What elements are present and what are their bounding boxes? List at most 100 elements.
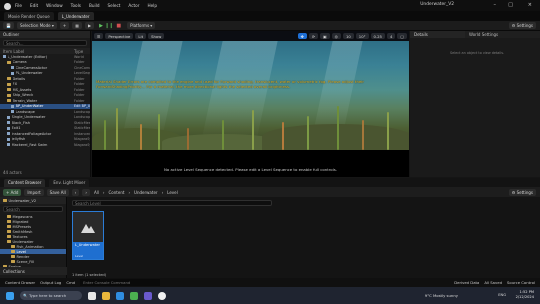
tab-l-underwater[interactable]: L_Underwater [57, 12, 94, 20]
windows-start-icon[interactable] [6, 291, 14, 300]
asset-tile-l-underwater[interactable]: L_Underwater Level [72, 211, 104, 260]
menu-item-window[interactable]: Window [46, 3, 63, 8]
camera-speed-button[interactable]: 4 [386, 33, 396, 39]
show-button[interactable]: Show [148, 33, 165, 39]
task-view-icon[interactable] [88, 291, 96, 300]
menu-item-build[interactable]: Build [89, 3, 100, 8]
outliner-row-type: Folder [74, 87, 85, 92]
content-drawer-button[interactable]: Content Drawer [5, 280, 35, 285]
save-all-button[interactable]: Save All [46, 188, 69, 196]
selection-mode-dropdown[interactable]: Selection Mode ▾ [16, 22, 57, 29]
outliner-row[interactable]: Terrain_Water Folder [0, 98, 90, 104]
menu-item-file[interactable]: File [15, 3, 22, 8]
unreal-engine-taskbar-icon[interactable] [158, 291, 166, 300]
collections-header[interactable]: Collections [0, 267, 67, 275]
tree-root[interactable]: Underwater_V2 [0, 197, 66, 204]
cinematics-button[interactable]: ▶ [85, 22, 95, 29]
breadcrumb-item[interactable]: Level [167, 190, 178, 195]
outliner-row[interactable]: Details Folder [0, 76, 90, 82]
source-control-button[interactable]: Source Control [507, 280, 535, 285]
col-item-label[interactable]: Item Label [3, 49, 74, 54]
add-actor-button[interactable]: + [59, 22, 70, 29]
menu-item-help[interactable]: Help [147, 3, 157, 8]
editor-settings-button[interactable]: ⚙ Settings [508, 22, 536, 29]
stop-icon[interactable]: ■ [116, 23, 121, 29]
language-indicator[interactable]: ENG [498, 293, 506, 297]
tab-content-browser[interactable]: Content Browser [4, 178, 46, 187]
outliner-row-label: InstancedFoliageActor [11, 131, 52, 136]
select-tool-icon[interactable]: ✥ [297, 33, 307, 39]
history-forward-icon[interactable]: › [82, 188, 90, 196]
all-saved-status[interactable]: All Saved [484, 280, 502, 285]
tab-movie-render-queue[interactable]: Movie Render Queue [4, 12, 54, 20]
derived-data-button[interactable]: Derived Data [454, 280, 479, 285]
tab-world-settings[interactable]: World Settings [465, 31, 540, 38]
col-type[interactable]: Type [74, 49, 90, 54]
tab-details[interactable]: Details [410, 31, 465, 38]
outliner-row[interactable]: Exit1 StaticMesh [0, 126, 90, 132]
level-viewport[interactable]: ☰ Perspective Lit Show ✥ ⟳ ▣ ◎ 10 10° 0.… [92, 31, 409, 177]
scale-tool-icon[interactable]: ▣ [320, 33, 330, 39]
outliner-row[interactable]: MS_Assets Folder [0, 87, 90, 93]
outliner-row[interactable]: Black_Fish StaticMesh [0, 120, 90, 126]
outliner-row[interactable]: Jellyfish NiagaraSy [0, 137, 90, 143]
outliner-row[interactable]: Mackerel_Fast Swim NiagaraSy [0, 142, 90, 148]
outliner-row[interactable]: Camera Folder [0, 60, 90, 66]
perspective-button[interactable]: Perspective [105, 33, 134, 39]
breadcrumb-item[interactable]: All [94, 190, 99, 195]
world-settings-tab-label: World Settings [469, 32, 499, 37]
menu-item-select[interactable]: Select [107, 3, 120, 8]
save-icon[interactable]: 💾 [3, 22, 14, 29]
outliner-row-label: Ship_Wreck [12, 93, 34, 98]
outliner-row[interactable]: Ship_Wreck Folder [0, 93, 90, 99]
outliner-search-input[interactable]: Search... [3, 40, 87, 46]
minimize-icon[interactable]: – [494, 2, 497, 8]
close-icon[interactable]: × [528, 2, 532, 8]
outliner-row-label: PL_Underwater [15, 71, 43, 76]
folder-search-input[interactable]: Search [3, 206, 63, 212]
outliner-row[interactable]: FX Folder [0, 82, 90, 88]
menu-item-edit[interactable]: Edit [30, 3, 38, 8]
outliner-row-type: Folder [74, 76, 85, 81]
outliner-row[interactable]: Single_Underwater Landscape [0, 115, 90, 121]
cmd-dropdown[interactable]: Cmd [66, 280, 75, 285]
viewport-menu-button[interactable]: ☰ [94, 33, 104, 39]
menu-item-tools[interactable]: Tools [71, 3, 81, 8]
rotate-tool-icon[interactable]: ⟳ [308, 33, 319, 39]
play-icon[interactable]: ▶ [99, 23, 103, 29]
taskbar-search-input[interactable]: 🔍 Type here to search [20, 291, 82, 300]
outliner-row[interactable]: L_Underwater (Editor) World [0, 54, 90, 60]
weather-widget[interactable]: 9°C Mostly sunny [425, 293, 458, 298]
console-command-input[interactable]: Enter Console Command [80, 279, 161, 286]
maximize-icon[interactable]: □ [508, 2, 513, 8]
chrome-browser-icon[interactable] [130, 291, 138, 300]
edge-browser-icon[interactable] [116, 291, 124, 300]
tab-env-light-mixer[interactable]: Env. Light Mixer [49, 178, 90, 187]
grid-snap-button[interactable]: 10 [342, 33, 354, 39]
play-options-icon[interactable]: ❙❙ [105, 23, 113, 29]
import-button[interactable]: Import [24, 188, 44, 196]
seaweed [187, 128, 189, 150]
menu-item-actor[interactable]: Actor [128, 3, 139, 8]
app-icon[interactable] [144, 291, 152, 300]
outliner-row-label: Jellyfish [11, 137, 26, 142]
breadcrumb-item[interactable]: Underwater [134, 190, 158, 195]
outliner-row-type: Folder [74, 60, 85, 65]
surface-snap-icon[interactable]: ◎ [331, 33, 341, 39]
history-back-icon[interactable]: ‹ [71, 188, 80, 196]
output-log-button[interactable]: Output Log [40, 280, 61, 285]
lit-button[interactable]: Lit [135, 33, 147, 39]
file-explorer-icon[interactable] [102, 291, 110, 300]
scale-snap-button[interactable]: 0.25 [370, 33, 385, 39]
rotation-snap-button[interactable]: 10° [355, 33, 369, 39]
blueprint-button[interactable]: ▦ [72, 22, 83, 29]
asset-search-input[interactable]: Search Level [72, 200, 272, 206]
breadcrumb-item[interactable]: Content [109, 190, 125, 195]
outliner-row[interactable]: InstancedFoliageActor InstancedF [0, 131, 90, 137]
add-button[interactable]: + Add [3, 188, 22, 196]
folder-tree-label: MSPresets [12, 224, 31, 229]
platforms-button[interactable]: Platforms ▾ [127, 22, 156, 29]
maximize-viewport-icon[interactable]: ▢ [397, 33, 407, 39]
cb-settings-button[interactable]: ⚙ Settings [508, 188, 536, 196]
taskbar-clock[interactable]: 1:52 PM 2/12/2024 [516, 290, 534, 300]
